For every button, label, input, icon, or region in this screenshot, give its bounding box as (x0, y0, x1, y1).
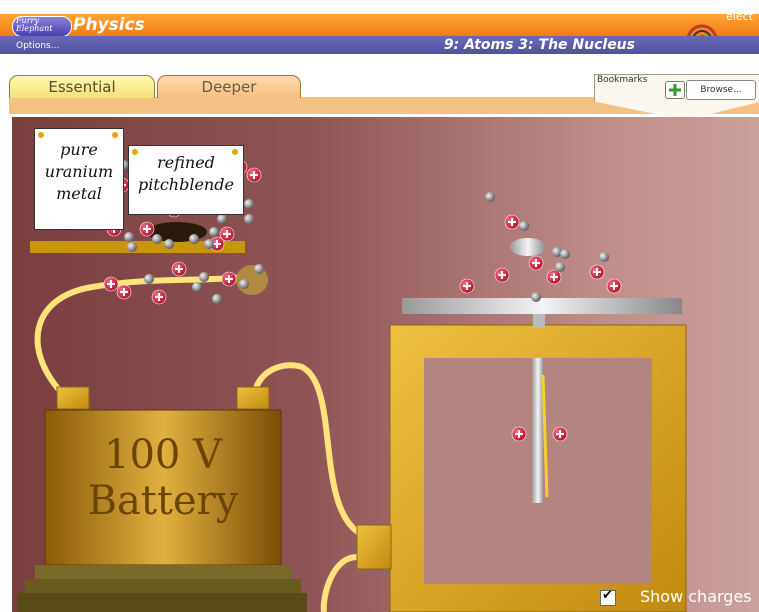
neutron (204, 239, 214, 249)
neutron (199, 272, 209, 282)
chapter-title: 9: Atoms 3: The Nucleus (443, 37, 635, 53)
neutron (152, 234, 162, 244)
plus-icon (669, 84, 681, 96)
wire-left (34, 274, 248, 393)
sample-on-plate (510, 238, 546, 256)
pin (232, 149, 238, 155)
uranium-sign[interactable]: pure uranium metal (34, 128, 124, 230)
electroscope-plate (402, 298, 682, 314)
electricity-icon[interactable] (680, 14, 720, 36)
battery-label: 100 V Battery (45, 432, 281, 524)
neutron (254, 264, 264, 274)
pin (112, 132, 118, 138)
battery-terminal-right (236, 386, 270, 410)
battery-word: Battery (87, 478, 239, 524)
uranium-sign-line1: pure (60, 140, 98, 159)
neutron (560, 249, 570, 259)
neutron (244, 199, 254, 209)
pitchblende-sign-line2: pitchblende (138, 175, 234, 194)
logo-text: Furry Elephant (16, 16, 53, 33)
electroscope-connector (356, 524, 392, 570)
bookmarks-label: Bookmarks (597, 75, 648, 85)
neutron (192, 282, 202, 292)
battery-base (35, 565, 291, 579)
neutron (144, 274, 154, 284)
uranium-sign-line2: uranium (44, 162, 114, 181)
pitchblende-sign[interactable]: refined pitchblende (128, 145, 244, 215)
neutron (519, 221, 529, 231)
neutron (212, 294, 222, 304)
checkmark-icon: ✔ (602, 588, 613, 603)
neutron (164, 239, 174, 249)
neutron (485, 192, 495, 202)
neutron (599, 252, 609, 262)
neutron (239, 279, 249, 289)
uranium-sign-line3: metal (56, 184, 102, 203)
neutron (244, 214, 254, 224)
neutron (217, 214, 227, 224)
pin (38, 132, 44, 138)
app-title: Physics (73, 15, 145, 35)
battery-terminal-left (56, 386, 90, 410)
show-charges-label[interactable]: Show charges (640, 587, 752, 606)
pin (132, 149, 138, 155)
neutron (209, 227, 219, 237)
neutron (124, 232, 134, 242)
browse-bookmarks-button[interactable]: Browse... (686, 80, 756, 100)
add-bookmark-button[interactable] (665, 81, 685, 99)
pitchblende-sign-line1: refined (157, 153, 215, 172)
wire-bottom (320, 554, 358, 612)
options-menu[interactable]: Options... (16, 40, 59, 52)
neutron (555, 262, 565, 272)
simulation-stage (12, 117, 759, 612)
tab-deeper[interactable]: Deeper (157, 75, 301, 98)
battery-voltage: 100 V (104, 432, 222, 478)
neutron (189, 234, 199, 244)
neutron (531, 292, 541, 302)
simulation-canvas (17, 159, 687, 612)
neutron (127, 242, 137, 252)
nav-bar (0, 36, 759, 54)
tab-essential[interactable]: Essential (9, 75, 155, 98)
corner-label[interactable]: elect (726, 10, 753, 23)
